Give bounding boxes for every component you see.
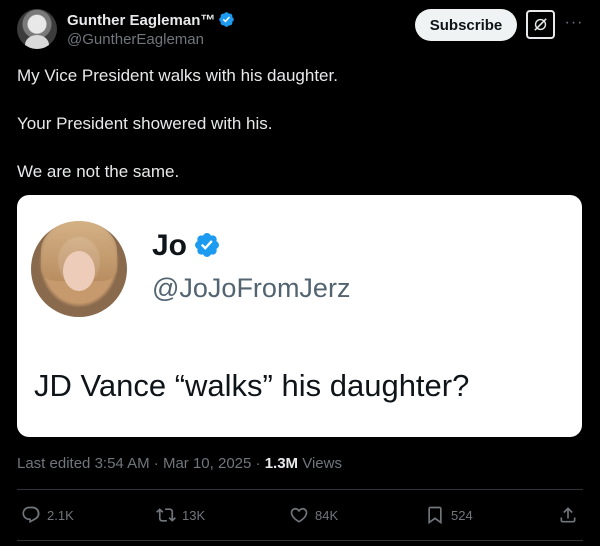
tweet-text: My Vice President walks with his daughte… — [17, 66, 577, 210]
tweet-meta: Last edited 3:54 AM · Mar 10, 2025 · 1.3… — [17, 455, 342, 472]
bookmark-button[interactable]: 524 — [425, 503, 473, 527]
views-label: Views — [298, 455, 342, 472]
embedded-avatar — [31, 221, 127, 317]
divider — [17, 540, 583, 541]
repost-icon — [156, 508, 176, 522]
tweet-date[interactable]: Mar 10, 2025 — [163, 455, 251, 472]
author-display-name[interactable]: Gunther Eagleman™ — [67, 12, 215, 29]
more-icon[interactable]: ··· — [562, 11, 586, 35]
subscribe-button[interactable]: Subscribe — [415, 9, 517, 41]
like-button[interactable]: 84K — [289, 503, 338, 527]
reply-count: 2.1K — [47, 507, 74, 523]
embedded-display-name: Jo — [152, 229, 188, 262]
grok-icon[interactable] — [526, 10, 555, 39]
repost-button[interactable]: 13K — [156, 503, 205, 527]
like-count: 84K — [315, 507, 339, 523]
meta-separator: · — [251, 455, 265, 472]
views-count: 1.3M — [264, 455, 299, 472]
action-bar: 2.1K 13K 84K 524 — [17, 503, 583, 527]
author-avatar[interactable] — [17, 9, 57, 49]
share-button[interactable] — [558, 503, 578, 527]
bookmark-count: 524 — [451, 507, 473, 523]
tweet-line: My Vice President walks with his daughte… — [17, 66, 338, 85]
embedded-text: JD Vance “walks” his daughter? — [34, 368, 470, 403]
repost-count: 13K — [182, 507, 206, 523]
reply-button[interactable]: 2.1K — [21, 503, 74, 527]
verified-badge-icon — [219, 12, 235, 27]
embedded-name-row: Jo — [152, 229, 221, 263]
bookmark-icon — [428, 506, 442, 525]
heart-icon — [290, 507, 308, 523]
edited-label[interactable]: Last edited — [17, 455, 90, 472]
embedded-handle: @JoJoFromJerz — [152, 273, 351, 303]
embedded-tweet-image[interactable]: Jo @JoJoFromJerz JD Vance “walks” his da… — [17, 195, 582, 437]
share-icon — [560, 507, 576, 523]
embedded-verified-badge-icon — [195, 233, 219, 257]
tweet-line: Your President showered with his. — [17, 114, 273, 133]
author-name-row[interactable]: Gunther Eagleman™ — [67, 11, 235, 29]
tweet-line: We are not the same. — [17, 162, 180, 181]
tweet-time[interactable]: 3:54 AM — [95, 455, 150, 472]
divider — [17, 489, 583, 490]
meta-separator: · — [149, 455, 163, 472]
author-handle[interactable]: @GuntherEagleman — [67, 31, 204, 48]
reply-icon — [22, 506, 40, 524]
grok-glyph-icon — [534, 18, 547, 31]
